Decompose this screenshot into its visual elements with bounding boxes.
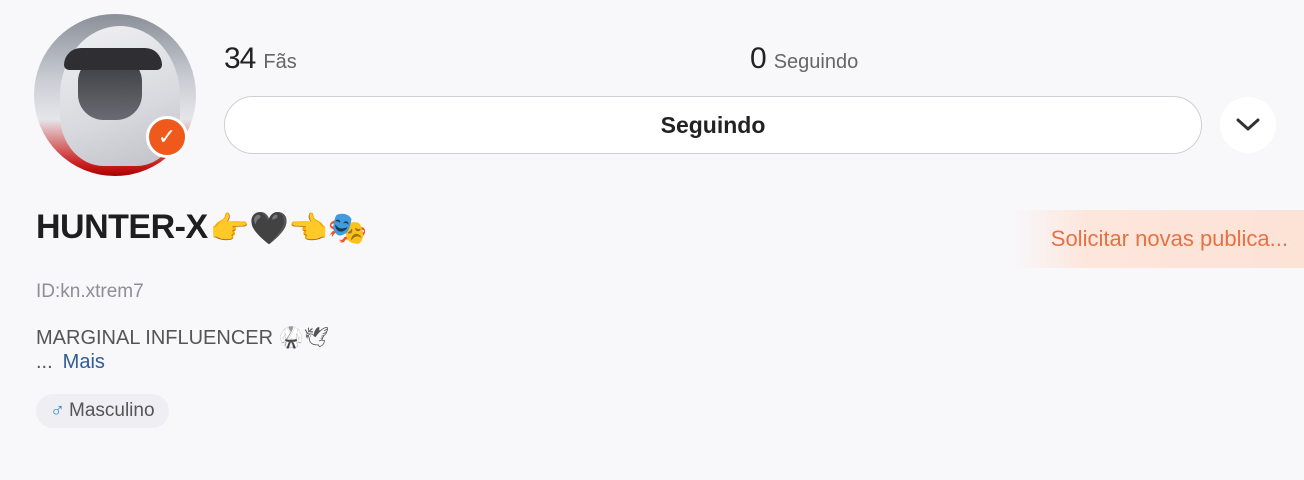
- user-id: ID:kn.xtrem7: [36, 281, 144, 302]
- verified-badge-icon: ✓: [146, 116, 188, 158]
- male-icon: ♂: [50, 399, 65, 422]
- following-stat[interactable]: 0 Seguindo: [750, 42, 858, 76]
- profile-bio: MARGINAL INFLUENCER 🥋🕊: [36, 327, 329, 349]
- chevron-down-icon: [1236, 118, 1260, 131]
- gender-label: Masculino: [69, 400, 155, 421]
- bio-more-line: ... Mais: [36, 351, 105, 374]
- bio-ellipsis: ...: [36, 351, 53, 373]
- fans-stat[interactable]: 34 Fãs: [224, 42, 297, 76]
- avatar-cap-shape: [64, 48, 162, 70]
- profile-name-emoji: 👉🖤👈🎭: [209, 209, 368, 246]
- fans-label: Fãs: [263, 51, 297, 73]
- profile-name: HUNTER-X 👉🖤👈🎭: [36, 208, 368, 247]
- profile-name-text: HUNTER-X: [36, 208, 208, 246]
- more-options-button[interactable]: [1220, 97, 1276, 153]
- bio-more-link[interactable]: Mais: [63, 351, 105, 373]
- following-button[interactable]: Seguindo: [224, 96, 1202, 154]
- following-count: 0: [750, 42, 767, 75]
- gender-tag: ♂ Masculino: [36, 394, 169, 428]
- request-new-posts-button[interactable]: Solicitar novas publica...: [1014, 210, 1304, 268]
- fans-count: 34: [224, 42, 256, 75]
- following-label: Seguindo: [773, 51, 859, 73]
